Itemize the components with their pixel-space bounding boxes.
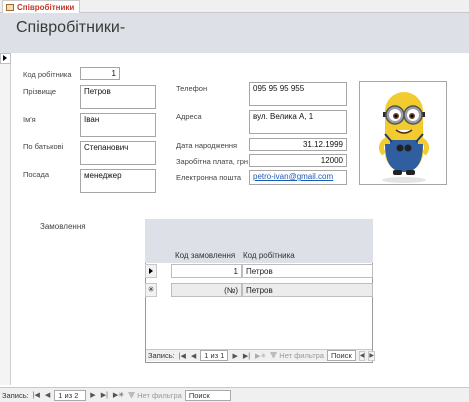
previous-record-icon[interactable]: ◀ <box>190 352 197 360</box>
new-order-code-cell[interactable]: (№) <box>171 283 242 297</box>
current-row-arrow-icon <box>149 268 153 274</box>
form-title: Співробітники- <box>16 19 126 36</box>
form-navigation-bar: Запись: |◀ ◀ 1 из 2 ▶ ▶| ▶✳ Нет фильтра … <box>0 387 469 402</box>
previous-record-icon[interactable]: ◀ <box>44 391 51 399</box>
subform-record-selector[interactable] <box>145 264 157 278</box>
next-record-icon[interactable]: ▶ <box>89 391 96 399</box>
subform-record-position[interactable]: 1 из 1 <box>200 350 229 361</box>
first-record-icon[interactable]: |◀ <box>32 391 41 399</box>
birth-date-label: Дата народження <box>176 141 238 150</box>
phone-field[interactable]: 095 95 95 955 <box>249 82 347 106</box>
last-record-icon[interactable]: ▶| <box>242 352 251 360</box>
salary-label: Заробітна плата, грн <box>176 157 249 166</box>
new-record-icon: ✳ <box>147 285 155 294</box>
employee-photo[interactable] <box>359 81 447 185</box>
orders-label: Замовлення <box>40 222 86 231</box>
subform-filter-button[interactable]: Нет фильтра <box>270 351 324 360</box>
new-record-icon[interactable]: ▶✳ <box>254 352 267 360</box>
records-label: Запись: <box>2 390 29 400</box>
address-field[interactable]: вул. Велика А, 1 <box>249 110 347 134</box>
subform-records-label: Запись: <box>148 351 175 360</box>
first-name-field[interactable]: Іван <box>80 113 156 137</box>
employee-code-field[interactable]: 1 <box>80 67 120 80</box>
phone-label: Телефон <box>176 84 208 93</box>
position-label: Посада <box>23 170 50 179</box>
order-code-cell[interactable]: 1 <box>171 264 242 278</box>
next-record-icon[interactable]: ▶ <box>231 352 238 360</box>
employee-code-label: Код робітника <box>23 70 72 79</box>
surname-label: Прізвище <box>23 87 57 96</box>
filter-button[interactable]: Нет фильтра <box>128 391 182 400</box>
current-record-arrow-icon <box>3 55 7 61</box>
employee-code-column-header[interactable]: Код робітника <box>243 251 295 260</box>
subform-search-input[interactable]: Поиск <box>326 350 356 361</box>
email-label: Електронна пошта <box>176 173 242 182</box>
subform-filter-label: Нет фильтра <box>279 351 324 360</box>
patronymic-label: По батькові <box>23 142 64 151</box>
form-icon <box>6 3 14 11</box>
new-employee-cell[interactable]: Петров <box>242 283 373 297</box>
first-record-icon[interactable]: |◀ <box>178 352 187 360</box>
scroll-left-icon[interactable]: ◀ <box>358 350 366 361</box>
record-selector-column <box>0 53 11 385</box>
patronymic-field[interactable]: Степанович <box>80 141 156 165</box>
employee-cell[interactable]: Петров <box>242 264 373 278</box>
last-record-icon[interactable]: ▶| <box>100 391 109 399</box>
new-record-selector[interactable]: ✳ <box>145 283 157 297</box>
minion-photo-icon <box>378 92 430 183</box>
salary-field[interactable]: 12000 <box>249 154 347 167</box>
email-field[interactable]: petro-ivan@gmail.com <box>249 170 347 185</box>
birth-date-field[interactable]: 31.12.1999 <box>249 138 347 151</box>
document-tab[interactable]: Співробітники <box>2 0 81 13</box>
subform-navigation-bar: Запись: |◀ ◀ 1 из 1 ▶ ▶| ▶✳ Нет фильтра … <box>146 349 376 361</box>
address-label: Адреса <box>176 112 202 121</box>
scroll-right-icon[interactable]: ▶ <box>368 350 376 361</box>
record-position[interactable]: 1 из 2 <box>54 389 87 401</box>
surname-field[interactable]: Петров <box>80 85 156 109</box>
position-field[interactable]: менеджер <box>80 169 156 193</box>
document-tab-label: Співробітники <box>17 2 75 12</box>
filter-icon <box>270 352 278 359</box>
new-record-icon[interactable]: ▶✳ <box>112 391 125 399</box>
search-input[interactable]: Поиск <box>184 389 231 401</box>
order-code-column-header[interactable]: Код замовлення <box>175 251 235 260</box>
first-name-label: Ім'я <box>23 115 36 124</box>
filter-label: Нет фильтра <box>137 390 182 400</box>
filter-icon <box>128 391 136 399</box>
